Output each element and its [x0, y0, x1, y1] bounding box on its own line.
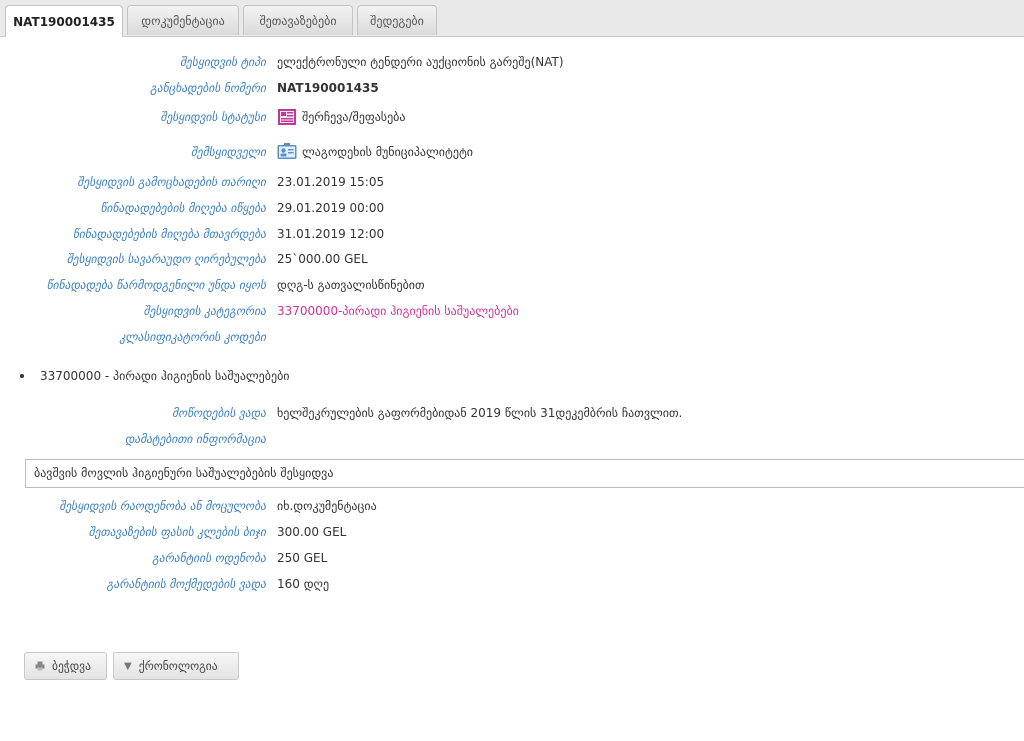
- est-value-value: 25`000.00 GEL: [277, 252, 368, 266]
- tab-offers[interactable]: შეთავაზებები: [243, 5, 353, 35]
- price-step-value: 300.00 GEL: [277, 525, 347, 539]
- detail-row-additional: დამატებითი ინფორმაცია: [0, 429, 1024, 449]
- bid-end-value: 31.01.2019 12:00: [277, 227, 385, 241]
- guarantee-value: 250 GEL: [277, 551, 328, 565]
- detail-row-buyer: შემსყიდველი ლაგოდეხის მუნიციპალიტეტი: [0, 142, 1024, 162]
- caret-down-icon: ▼: [124, 660, 132, 672]
- class-codes-label: კლასიფიკატორის კოდები: [119, 330, 266, 344]
- type-label: შესყიდვის ტიპი: [180, 55, 266, 69]
- buyer-label: შემსყიდველი: [190, 145, 266, 159]
- detail-row-type: შესყიდვის ტიპი ელექტრონული ტენდერი აუქცი…: [0, 52, 1024, 72]
- buyer-value: ლაგოდეხის მუნიციპალიტეტი: [277, 142, 473, 162]
- category-value[interactable]: 33700000-პირადი ჰიგიენის საშუალებები: [277, 301, 519, 321]
- detail-row-guarantee: გარანტიის ოდენობა 250 GEL: [0, 548, 1024, 568]
- delivery-label: მოწოდების ვადა: [172, 406, 266, 420]
- status-label: შესყიდვის სტატუსი: [160, 110, 267, 124]
- detail-row-price-step: შეთავაზების ფასის კლების ბიჯი 300.00 GEL: [0, 522, 1024, 542]
- detail-row-bid-end: წინადადებების მიღება მთავრდება 31.01.201…: [0, 224, 1024, 244]
- price-step-label: შეთავაზების ფასის კლების ბიჯი: [88, 525, 266, 539]
- printer-icon: [35, 661, 45, 671]
- detail-row-est-value: შესყიდვის სავარაუდო ღირებულება 25`000.00…: [0, 249, 1024, 269]
- detail-row-class-codes: კლასიფიკატორის კოდები: [0, 327, 1024, 347]
- guarantee-label: გარანტიის ოდენობა: [152, 551, 266, 565]
- bid-vat-value: დღგ-ს გათვალისწინებით: [277, 278, 425, 292]
- code-item-text: 33700000 - პირადი ჰიგიენის საშუალებები: [40, 369, 290, 383]
- tab-documentation[interactable]: დოკუმენტაცია: [127, 5, 239, 35]
- detail-row-status: შესყიდვის სტატუსი შერჩევა/შეფასება: [0, 107, 1024, 127]
- bid-start-label: წინადადებების მიღება იწყება: [100, 201, 266, 215]
- delivery-value: ხელშეკრულების გაფორმებიდან 2019 წლის 31დ…: [277, 406, 683, 420]
- chronology-button[interactable]: ▼ ქრონოლოგია: [113, 652, 239, 680]
- buyer-text[interactable]: ლაგოდეხის მუნიციპალიტეტი: [302, 142, 473, 162]
- number-label: განცხადების ნომერი: [150, 81, 266, 95]
- print-label: ბეჭდვა: [52, 659, 91, 673]
- announced-label: შესყიდვის გამოცხადების თარიღი: [77, 175, 266, 189]
- detail-row-quantity: შესყიდვის რაოდენობა ან მოცულობა იხ.დოკუმ…: [0, 496, 1024, 516]
- document-list-icon: [278, 109, 296, 125]
- quantity-label: შესყიდვის რაოდენობა ან მოცულობა: [59, 499, 266, 513]
- additional-label: დამატებითი ინფორმაცია: [124, 432, 266, 446]
- bullet-dot: [20, 374, 24, 378]
- detail-row-announced: შესყიდვის გამოცხადების თარიღი 23.01.2019…: [0, 172, 1024, 192]
- detail-row-bid-start: წინადადებების მიღება იწყება 29.01.2019 0…: [0, 198, 1024, 218]
- announced-value: 23.01.2019 15:05: [277, 175, 385, 189]
- additional-info-box: ბავშვის მოვლის ჰიგიენური საშუალებების შე…: [25, 459, 1024, 488]
- detail-row-bid-vat: წინადადება წარმოდგენილი უნდა იყოს დღგ-ს …: [0, 275, 1024, 295]
- quantity-value: იხ.დოკუმენტაცია: [277, 499, 377, 513]
- detail-row-delivery: მოწოდების ვადა ხელშეკრულების გაფორმებიდა…: [0, 403, 1024, 423]
- bid-vat-label: წინადადება წარმოდგენილი უნდა იყოს: [46, 278, 266, 292]
- print-button[interactable]: ბეჭდვა: [24, 652, 107, 680]
- guarantee-term-value: 160 დღე: [277, 577, 330, 591]
- detail-row-category: შესყიდვის კატეგორია 33700000-პირადი ჰიგი…: [0, 301, 1024, 321]
- bid-start-value: 29.01.2019 00:00: [277, 201, 385, 215]
- bid-end-label: წინადადებების მიღება მთავრდება: [72, 227, 266, 241]
- guarantee-term-label: გარანტიის მოქმედების ვადა: [106, 577, 266, 591]
- tab-overview[interactable]: NAT190001435: [5, 5, 123, 37]
- contact-card-icon: [277, 143, 297, 159]
- category-label: შესყიდვის კატეგორია: [143, 304, 266, 318]
- detail-row-guarantee-term: გარანტიის მოქმედების ვადა 160 დღე: [0, 574, 1024, 594]
- number-value: NAT190001435: [277, 81, 379, 95]
- tab-bar: NAT190001435 დოკუმენტაცია შეთავაზებები შ…: [0, 0, 1024, 37]
- tab-results[interactable]: შედეგები: [357, 5, 437, 35]
- status-text: შერჩევა/შეფასება: [302, 110, 406, 124]
- detail-row-number: განცხადების ნომერი NAT190001435: [0, 78, 1024, 98]
- chronology-label: ქრონოლოგია: [138, 659, 218, 673]
- status-value: შერჩევა/შეფასება: [277, 107, 405, 127]
- est-value-label: შესყიდვის სავარაუდო ღირებულება: [66, 252, 266, 266]
- type-value: ელექტრონული ტენდერი აუქციონის გარეშე(NAT…: [277, 55, 564, 69]
